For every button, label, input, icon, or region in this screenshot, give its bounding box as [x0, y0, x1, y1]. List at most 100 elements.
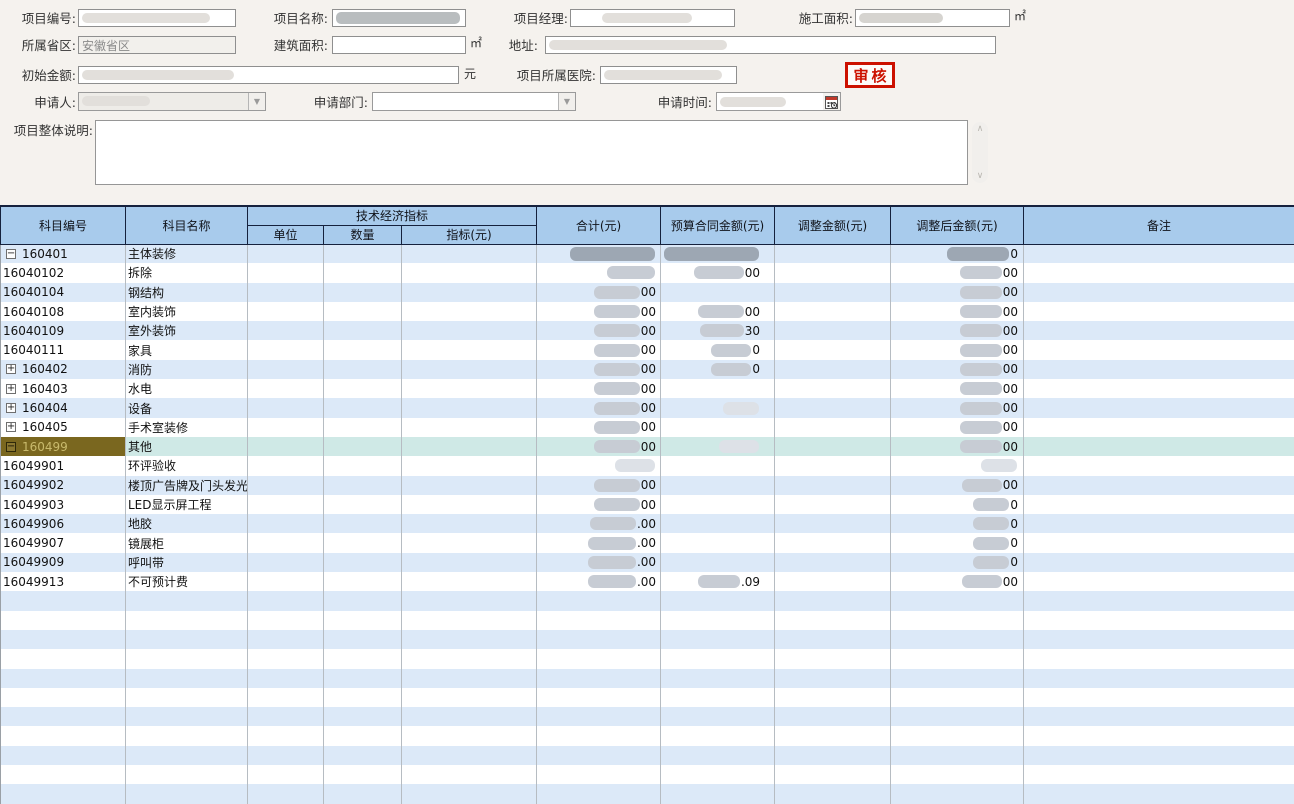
redacted-value	[960, 305, 1002, 318]
tree-expand-icon[interactable]: +	[6, 422, 16, 432]
empty-row	[1, 707, 1294, 726]
empty-cell	[1024, 669, 1294, 688]
indicator-cell	[402, 379, 537, 398]
table-row[interactable]: 16040109室外装饰003000	[1, 321, 1294, 340]
initial-amount-input[interactable]	[78, 66, 459, 84]
project-name-input[interactable]	[332, 9, 466, 27]
province-value: 安徽省区	[82, 37, 130, 54]
redacted-value	[960, 421, 1002, 434]
empty-cell	[661, 630, 775, 649]
table-row[interactable]: −160401主体装修 0	[1, 244, 1294, 263]
project-no-input[interactable]	[78, 9, 236, 27]
empty-cell	[537, 746, 661, 765]
textarea-scrollbar[interactable]: ∧ ∨	[972, 122, 988, 183]
empty-cell	[891, 630, 1024, 649]
page: 项目编号: 项目名称: 项目经理: 施工面积: ㎡ 所属省区: 安徽省区 建筑面…	[0, 0, 1294, 804]
redacted-value	[594, 344, 640, 357]
money-cell: 00	[891, 283, 1024, 302]
tree-expand-icon[interactable]: +	[6, 403, 16, 413]
audit-stamp-button[interactable]: 审核	[845, 62, 895, 88]
money-cell	[775, 476, 891, 495]
calendar-icon[interactable]	[823, 93, 840, 110]
unit-cell	[248, 360, 324, 379]
empty-row	[1, 726, 1294, 745]
col-header-unit: 单位	[248, 225, 324, 244]
tree-expand-icon[interactable]: +	[6, 364, 16, 374]
empty-cell	[402, 611, 537, 630]
table-row[interactable]: 16049906地胶.000	[1, 514, 1294, 533]
table-row[interactable]: 16049902楼顶广告牌及门头发光0000	[1, 476, 1294, 495]
applicant-select[interactable]: ▼	[78, 92, 266, 111]
empty-cell	[661, 784, 775, 803]
table-row[interactable]: +160404设备0000	[1, 398, 1294, 417]
table-row[interactable]: +160405手术室装修0000	[1, 418, 1294, 437]
table-row[interactable]: +160403水电0000	[1, 379, 1294, 398]
table-row[interactable]: 16049909呼叫带.000	[1, 553, 1294, 572]
table-row[interactable]: 16049903LED显示屏工程000	[1, 495, 1294, 514]
subject-name-cell: 主体装修	[126, 244, 248, 263]
project-manager-input[interactable]	[570, 9, 735, 27]
table-row[interactable]: 16049907镜展柜.000	[1, 533, 1294, 552]
empty-cell	[126, 611, 248, 630]
subject-code-cell: 16049901	[1, 456, 126, 475]
subject-name-cell: 地胶	[126, 514, 248, 533]
tree-expand-icon[interactable]: +	[6, 384, 16, 394]
building-area-input[interactable]	[332, 36, 466, 54]
redacted-value	[700, 324, 744, 337]
empty-row	[1, 669, 1294, 688]
money-cell	[775, 398, 891, 417]
redacted-value	[859, 13, 943, 23]
visible-amount-fragment: 00	[641, 324, 656, 338]
apply-dept-label: 申请部门:	[300, 94, 368, 111]
money-cell	[775, 572, 891, 591]
money-cell	[661, 418, 775, 437]
money-cell	[775, 340, 891, 359]
tree-collapse-icon[interactable]: −	[6, 442, 16, 452]
quantity-cell	[324, 514, 402, 533]
indicator-cell	[402, 321, 537, 340]
scroll-down-icon[interactable]: ∨	[977, 171, 984, 181]
empty-cell	[1, 746, 126, 765]
apply-dept-select[interactable]: ▼	[372, 92, 576, 111]
empty-cell	[775, 726, 891, 745]
address-input[interactable]	[545, 36, 996, 54]
hospital-input[interactable]	[600, 66, 737, 84]
subject-code-cell: +160405	[1, 418, 126, 437]
overall-desc-textarea[interactable]	[95, 120, 968, 185]
construction-area-input[interactable]	[855, 9, 1010, 27]
apply-time-input[interactable]	[716, 92, 841, 111]
redacted-value	[602, 13, 692, 23]
money-cell	[891, 456, 1024, 475]
table-row[interactable]: −160499其他0000	[1, 437, 1294, 456]
table-row[interactable]: 16040111家具00000	[1, 340, 1294, 359]
chevron-down-icon[interactable]: ▼	[558, 93, 575, 110]
subject-name-cell: 镜展柜	[126, 533, 248, 552]
indicator-cell	[402, 533, 537, 552]
province-input[interactable]: 安徽省区	[78, 36, 236, 54]
money-cell	[775, 437, 891, 456]
money-cell: 0	[891, 244, 1024, 263]
redacted-value	[607, 266, 655, 279]
quantity-cell	[324, 437, 402, 456]
scroll-up-icon[interactable]: ∧	[977, 124, 984, 134]
table-row[interactable]: 16040102拆除0000	[1, 263, 1294, 282]
empty-cell	[1, 630, 126, 649]
indicator-cell	[402, 476, 537, 495]
unit-cell	[248, 495, 324, 514]
table-row[interactable]: +160402消防00000	[1, 360, 1294, 379]
subject-code-cell: −160401	[1, 244, 126, 263]
empty-cell	[1024, 726, 1294, 745]
table-row[interactable]: 16049901环评验收	[1, 456, 1294, 475]
empty-cell	[775, 591, 891, 610]
subject-name-cell: 家具	[126, 340, 248, 359]
chevron-down-icon[interactable]: ▼	[248, 93, 265, 110]
table-row[interactable]: 16040104钢结构0000	[1, 283, 1294, 302]
visible-amount-fragment: 00	[1003, 575, 1018, 589]
redacted-value	[720, 97, 786, 107]
tree-collapse-icon[interactable]: −	[6, 249, 16, 259]
unit-cell	[248, 283, 324, 302]
empty-cell	[537, 765, 661, 784]
visible-amount-fragment: 00	[1003, 362, 1018, 376]
table-row[interactable]: 16040108室内装饰000000	[1, 302, 1294, 321]
table-row[interactable]: 16049913不可预计费.00.0900	[1, 572, 1294, 591]
